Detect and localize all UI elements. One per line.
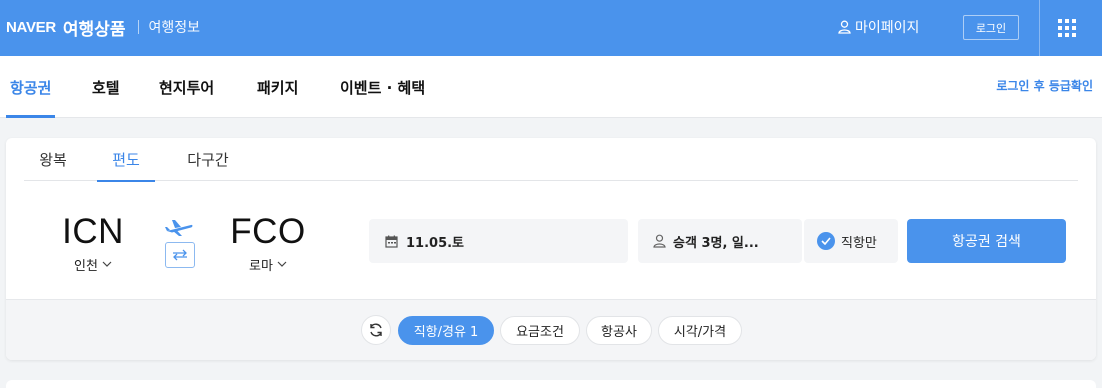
- departure-date-field[interactable]: 11.05.토: [369, 219, 628, 263]
- divider: [138, 20, 140, 34]
- check-icon: [817, 232, 835, 250]
- origin-city: 인천: [58, 255, 128, 274]
- filter-direct-transfer[interactable]: 직항/경유 1: [398, 316, 494, 345]
- tab-flights[interactable]: 항공권: [5, 56, 56, 118]
- swap-icon: [173, 249, 187, 261]
- user-icon: [653, 234, 666, 248]
- tab-local-tours[interactable]: 현지투어: [159, 56, 214, 118]
- travel-products-title[interactable]: 여행상품: [63, 15, 126, 40]
- direct-only-toggle[interactable]: 직항만: [804, 219, 898, 263]
- filter-airline[interactable]: 항공사: [586, 316, 652, 345]
- calendar-icon: [385, 235, 398, 248]
- tab-round-trip[interactable]: 왕복: [30, 138, 76, 181]
- naver-logo[interactable]: NAVER: [6, 19, 56, 36]
- chevron-down-icon: [102, 261, 112, 267]
- airplane-icon: [165, 220, 193, 236]
- passenger-field[interactable]: 승객 3명, 일...: [638, 219, 802, 263]
- tab-hotels[interactable]: 호텔: [92, 56, 120, 118]
- tab-packages[interactable]: 패키지: [257, 56, 298, 118]
- results-panel: [6, 380, 1096, 388]
- tab-multi-city[interactable]: 다구간: [178, 138, 238, 181]
- swap-airports-button[interactable]: [165, 242, 195, 268]
- travel-info-link[interactable]: 여행정보: [148, 17, 200, 37]
- grade-check-link[interactable]: 로그인 후 등급확인: [996, 77, 1093, 94]
- login-button[interactable]: 로그인: [963, 15, 1019, 40]
- passenger-value: 승객 3명, 일...: [673, 235, 759, 251]
- category-nav: 항공권 호텔 현지투어 패키지 이벤트 · 혜택 로그인 후 등급확인: [0, 56, 1102, 118]
- destination-code: FCO: [230, 212, 306, 251]
- brand[interactable]: NAVER 여행상품 여행정보: [6, 14, 200, 40]
- user-icon: [838, 20, 851, 34]
- destination-city-label: 로마: [249, 259, 273, 274]
- origin-code: ICN: [62, 212, 124, 251]
- filter-time-price[interactable]: 시각/가격: [658, 316, 742, 345]
- tab-events[interactable]: 이벤트 · 혜택: [340, 56, 425, 118]
- header-divider: [1039, 0, 1040, 56]
- date-value: 11.05.토: [406, 235, 465, 251]
- destination-airport[interactable]: FCO 로마: [228, 212, 308, 274]
- refresh-icon: [370, 323, 382, 337]
- refresh-button[interactable]: [361, 315, 391, 345]
- mypage-link[interactable]: 마이페이지: [838, 17, 919, 37]
- flight-search-button[interactable]: 항공권 검색: [907, 219, 1066, 263]
- flight-search-card: 왕복 편도 다구간 ICN 인천 FCO 로마 11.05.토 승객 3명, 일…: [6, 138, 1096, 360]
- mypage-label: 마이페이지: [855, 20, 920, 36]
- top-header: NAVER 여행상품 여행정보 마이페이지 로그인: [0, 0, 1102, 56]
- origin-city-label: 인천: [74, 259, 98, 274]
- origin-airport[interactable]: ICN 인천: [58, 212, 128, 274]
- destination-city: 로마: [228, 255, 308, 274]
- app-grid-icon[interactable]: [1058, 19, 1076, 37]
- trip-type-tabs: 왕복 편도 다구간: [24, 138, 1078, 182]
- filter-bar: 직항/경유 1 요금조건 항공사 시각/가격: [6, 299, 1096, 360]
- tab-one-way[interactable]: 편도: [97, 138, 155, 182]
- chevron-down-icon: [277, 261, 287, 267]
- filter-fare-conditions[interactable]: 요금조건: [500, 316, 580, 345]
- direct-only-label: 직항만: [841, 235, 877, 251]
